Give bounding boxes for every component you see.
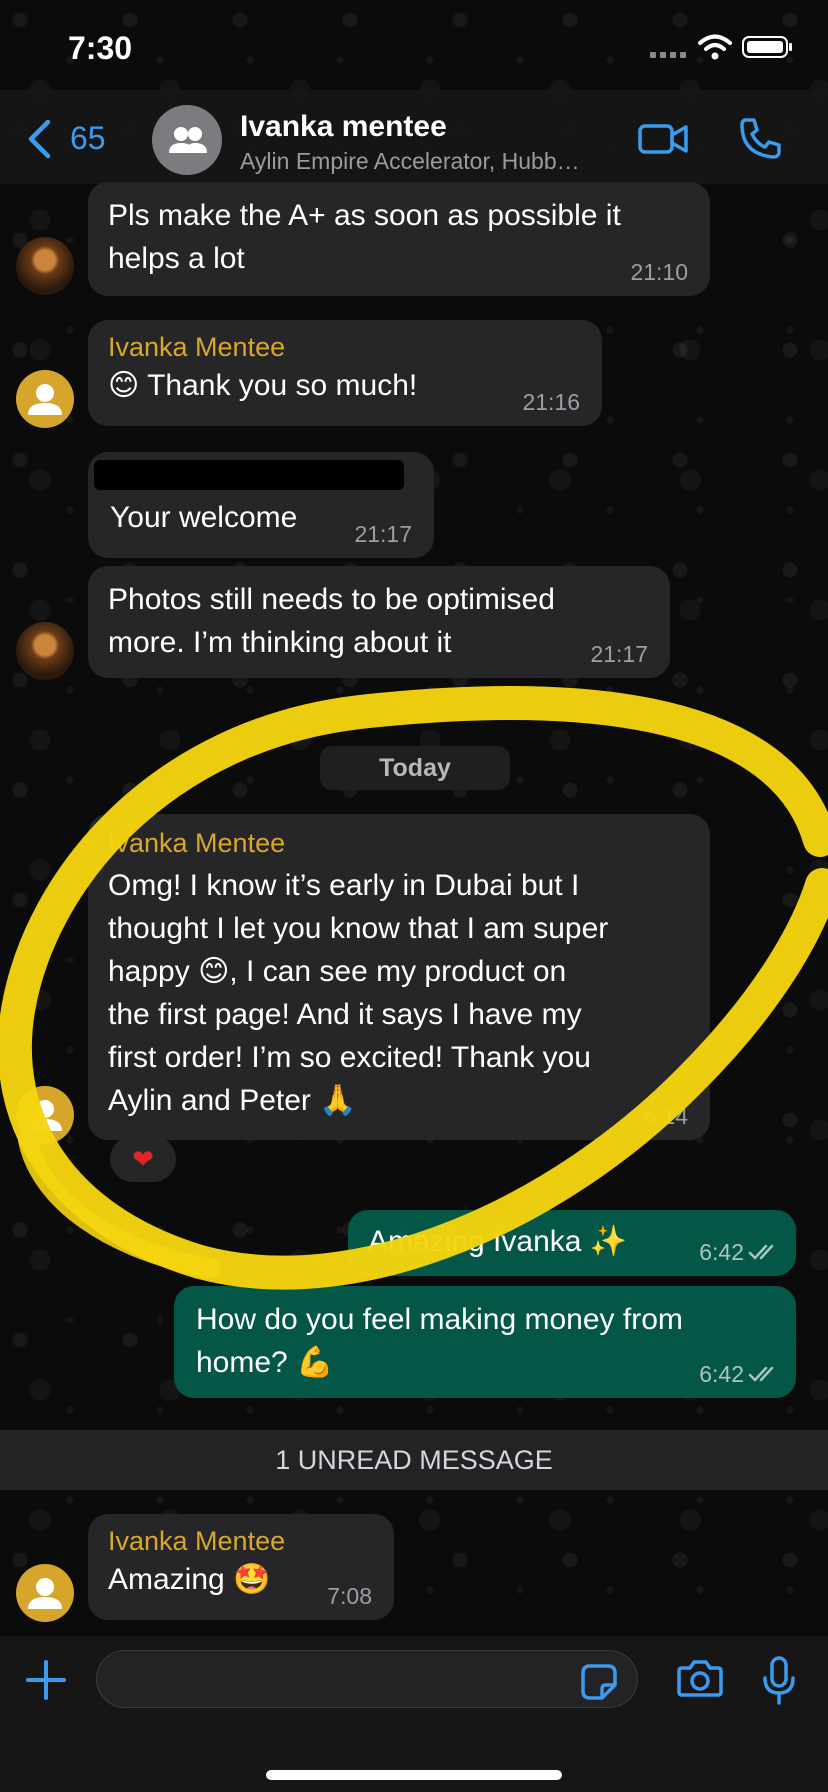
sender-name[interactable]: Ivanka Mentee <box>108 826 690 860</box>
message-bubble[interactable]: Your welcome 21:17 <box>88 452 434 558</box>
message-input[interactable] <box>96 1650 638 1708</box>
sparkles-emoji: ✨ <box>589 1224 628 1259</box>
flexed-biceps-emoji: 💪 <box>296 1345 334 1380</box>
chat-title[interactable]: Ivanka mentee <box>240 110 447 144</box>
plus-icon[interactable] <box>24 1658 68 1702</box>
message-text: Amazing Ivanka <box>368 1225 590 1258</box>
sender-avatar[interactable] <box>16 1086 74 1144</box>
message-time: 21:17 <box>590 641 648 667</box>
message-text: How do you feel making money from home? <box>196 1303 683 1379</box>
smile-emoji: 😊 <box>108 368 140 403</box>
message-time: 6:42 <box>699 1239 744 1265</box>
mic-icon[interactable] <box>762 1656 796 1706</box>
message-text: Amazing <box>108 1563 234 1596</box>
pray-emoji: 🙏 <box>319 1083 357 1118</box>
message-time: 21:17 <box>354 521 412 547</box>
sender-avatar[interactable] <box>16 370 74 428</box>
person-icon <box>28 1100 62 1131</box>
person-icon <box>28 1578 62 1609</box>
status-time: 7:30 <box>68 30 133 66</box>
wifi-icon <box>698 34 732 60</box>
heart-reaction[interactable]: ❤ <box>110 1136 176 1182</box>
message-bubble[interactable]: Amazing Ivanka ✨ 6:42 <box>348 1210 796 1276</box>
sender-name[interactable]: Ivanka Mentee <box>108 330 582 364</box>
group-avatar[interactable] <box>152 105 222 175</box>
chat-header: 65 Ivanka mentee Aylin Empire Accelerato… <box>0 90 828 184</box>
message-bubble[interactable]: Photos still needs to be optimised more.… <box>88 566 670 678</box>
double-check-icon <box>748 1366 774 1382</box>
message-time: 6:14 <box>643 1103 688 1129</box>
home-indicator <box>266 1770 562 1780</box>
group-avatar-icon <box>169 127 207 153</box>
message-time: 21:10 <box>630 259 688 285</box>
chat-subtitle[interactable]: Aylin Empire Accelerator, Hubb… <box>240 148 580 175</box>
sender-avatar[interactable] <box>16 622 74 680</box>
back-unread-count[interactable]: 65 <box>70 120 106 157</box>
chevron-left-icon[interactable] <box>24 118 54 160</box>
unread-banner: 1 UNREAD MESSAGE <box>0 1430 828 1490</box>
day-separator: Today <box>320 746 510 790</box>
message-text: Photos still needs to be optimised more.… <box>108 583 555 659</box>
message-input-bar <box>0 1636 828 1792</box>
sticker-icon[interactable] <box>580 1663 618 1701</box>
camera-icon[interactable] <box>676 1658 724 1698</box>
battery-icon <box>742 36 792 58</box>
video-icon[interactable] <box>638 122 690 156</box>
message-text: Pls make the A+ as soon as possible it h… <box>108 199 621 275</box>
message-time: 7:08 <box>327 1583 372 1609</box>
message-bubble[interactable]: Ivanka Mentee Amazing 🤩 7:08 <box>88 1514 394 1620</box>
person-icon <box>28 384 62 415</box>
message-text: Thank you so much! <box>147 369 418 402</box>
star-struck-emoji: 🤩 <box>233 1562 271 1597</box>
sender-name[interactable]: Ivanka Mentee <box>108 1524 374 1558</box>
message-bubble[interactable]: How do you feel making money from home? … <box>174 1286 796 1398</box>
phone-icon[interactable] <box>738 116 782 160</box>
message-time: 6:42 <box>699 1361 744 1387</box>
message-time: 21:16 <box>522 389 580 415</box>
redacted-sender <box>94 460 404 490</box>
double-check-icon <box>748 1244 774 1260</box>
message-bubble[interactable]: Ivanka Mentee 😊 Thank you so much! 21:16 <box>88 320 602 426</box>
sender-avatar[interactable] <box>16 1564 74 1622</box>
message-bubble[interactable]: Ivanka Mentee Omg! I know it’s early in … <box>88 814 710 1140</box>
smile-emoji: 😊 <box>198 954 230 989</box>
signal-icon <box>650 52 686 58</box>
message-bubble[interactable]: Pls make the A+ as soon as possible it h… <box>88 182 710 296</box>
sender-avatar[interactable] <box>16 237 74 295</box>
